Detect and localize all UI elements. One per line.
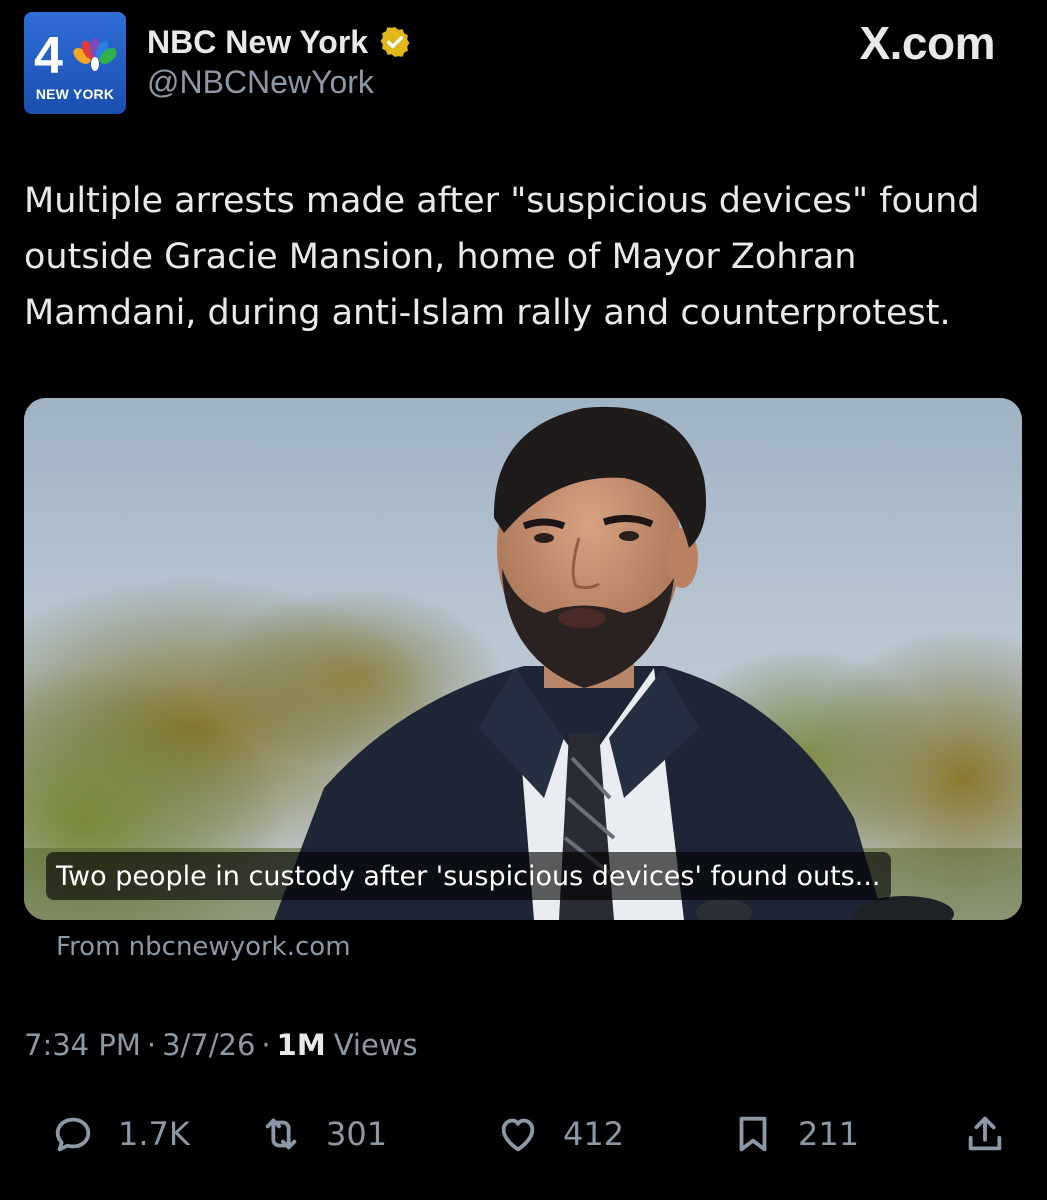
- like-button[interactable]: 412: [495, 1108, 624, 1160]
- repost-button[interactable]: 301: [258, 1108, 387, 1160]
- meta-separator: ·: [146, 1028, 157, 1062]
- reply-count: 1.7K: [118, 1115, 190, 1153]
- nbc-peacock-icon: [73, 38, 117, 71]
- article-photo: [24, 398, 1022, 920]
- reply-button[interactable]: 1.7K: [50, 1108, 190, 1160]
- like-count: 412: [563, 1115, 625, 1153]
- tweet-meta: 7:34 PM · 3/7/26 · 1M Views: [24, 1028, 418, 1062]
- repost-count: 301: [326, 1115, 388, 1153]
- bookmark-button[interactable]: 211: [730, 1108, 859, 1160]
- link-preview-card[interactable]: Two people in custody after 'suspicious …: [24, 398, 1022, 920]
- repost-icon: [265, 1118, 297, 1150]
- views-label: Views: [333, 1028, 418, 1062]
- avatar-city-label: NEW YORK: [35, 86, 115, 102]
- tweet-date[interactable]: 3/7/26: [162, 1028, 255, 1062]
- share-button[interactable]: [962, 1108, 1008, 1160]
- avatar-channel-number: 4: [34, 27, 63, 85]
- site-watermark: X.com: [859, 17, 995, 69]
- bookmark-count: 211: [798, 1115, 860, 1153]
- author-display-name[interactable]: NBC New York: [147, 24, 368, 61]
- author-handle[interactable]: @NBCNewYork: [147, 64, 374, 101]
- link-source[interactable]: From nbcnewyork.com: [56, 932, 351, 962]
- tweet-text: Multiple arrests made after "suspicious …: [24, 181, 980, 333]
- profile-avatar[interactable]: 4 NEW YORK: [24, 12, 126, 114]
- author-name-row[interactable]: NBC New York: [147, 22, 412, 62]
- reply-icon: [55, 1117, 91, 1152]
- verified-badge-icon: [380, 27, 410, 57]
- meta-separator: ·: [261, 1028, 271, 1062]
- views-count: 1M: [276, 1028, 326, 1062]
- share-icon: [968, 1116, 1002, 1151]
- bookmark-icon: [739, 1116, 767, 1152]
- tweet-time[interactable]: 7:34 PM: [24, 1028, 141, 1062]
- heart-icon: [501, 1118, 535, 1152]
- link-card-caption: Two people in custody after 'suspicious …: [46, 852, 891, 900]
